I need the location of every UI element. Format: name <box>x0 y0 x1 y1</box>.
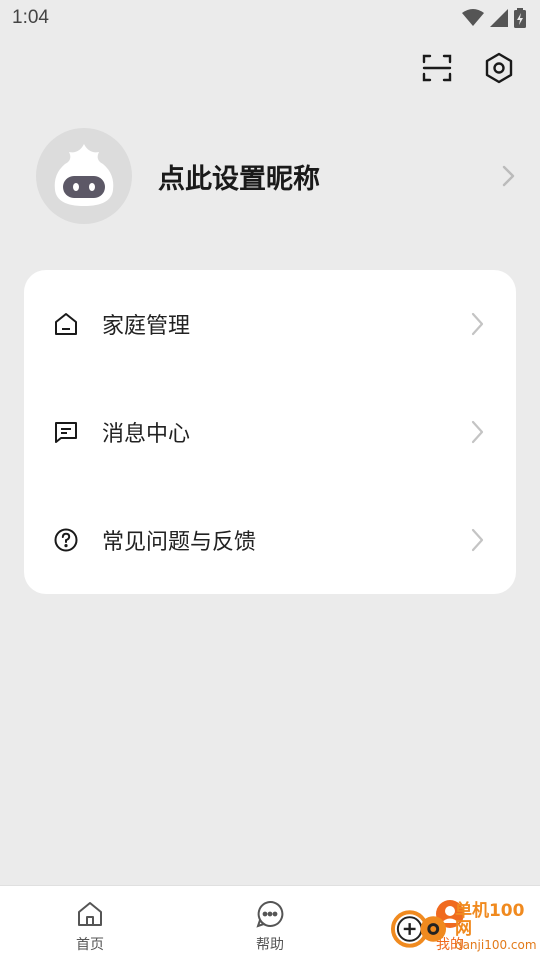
menu-card: 家庭管理 消息中心 常见问题与反馈 <box>24 270 516 594</box>
chevron-right-icon <box>471 528 484 552</box>
wifi-icon <box>462 9 484 26</box>
signal-icon <box>490 9 508 27</box>
nav-label: 首页 <box>76 937 104 953</box>
gear-icon <box>485 52 513 84</box>
watermark-text: 单机100网 danji100.com <box>454 901 540 953</box>
watermark-brand: 单机100网 <box>454 901 525 940</box>
nav-label: 帮助 <box>256 937 284 953</box>
chat-icon <box>254 898 286 930</box>
watermark-url: danji100.com <box>454 938 537 953</box>
scan-icon <box>422 54 452 82</box>
robot-avatar-icon <box>54 144 114 206</box>
menu-item-family-management[interactable]: 家庭管理 <box>24 270 516 378</box>
chevron-right-icon <box>502 165 515 187</box>
status-icons <box>462 8 526 28</box>
battery-icon <box>514 8 526 28</box>
nickname[interactable]: 点此设置昵称 <box>158 157 496 196</box>
nav-item-home[interactable]: 首页 <box>0 886 180 960</box>
settings-button[interactable] <box>482 50 516 86</box>
menu-item-label: 常见问题与反馈 <box>102 530 257 555</box>
profile-row[interactable]: 点此设置昵称 <box>36 128 516 224</box>
scan-button[interactable] <box>420 50 454 86</box>
chevron-right-icon <box>471 312 484 336</box>
watermark: 单机100网 danji100.com <box>390 895 540 960</box>
menu-item-faq-feedback[interactable]: 常见问题与反馈 <box>24 486 516 594</box>
menu-item-message-center[interactable]: 消息中心 <box>24 378 516 486</box>
chevron-right-icon <box>471 420 484 444</box>
message-icon <box>52 418 80 446</box>
home-icon <box>74 898 106 930</box>
status-bar: 1:04 <box>0 0 540 36</box>
avatar[interactable] <box>36 128 132 224</box>
question-icon <box>52 526 80 554</box>
status-time: 1:04 <box>12 7 49 28</box>
menu-item-label: 家庭管理 <box>102 314 191 339</box>
home-icon <box>52 310 80 338</box>
nav-item-help[interactable]: 帮助 <box>180 886 360 960</box>
top-actions <box>420 50 516 86</box>
danji-logo-icon <box>390 909 447 948</box>
menu-item-label: 消息中心 <box>102 422 191 447</box>
